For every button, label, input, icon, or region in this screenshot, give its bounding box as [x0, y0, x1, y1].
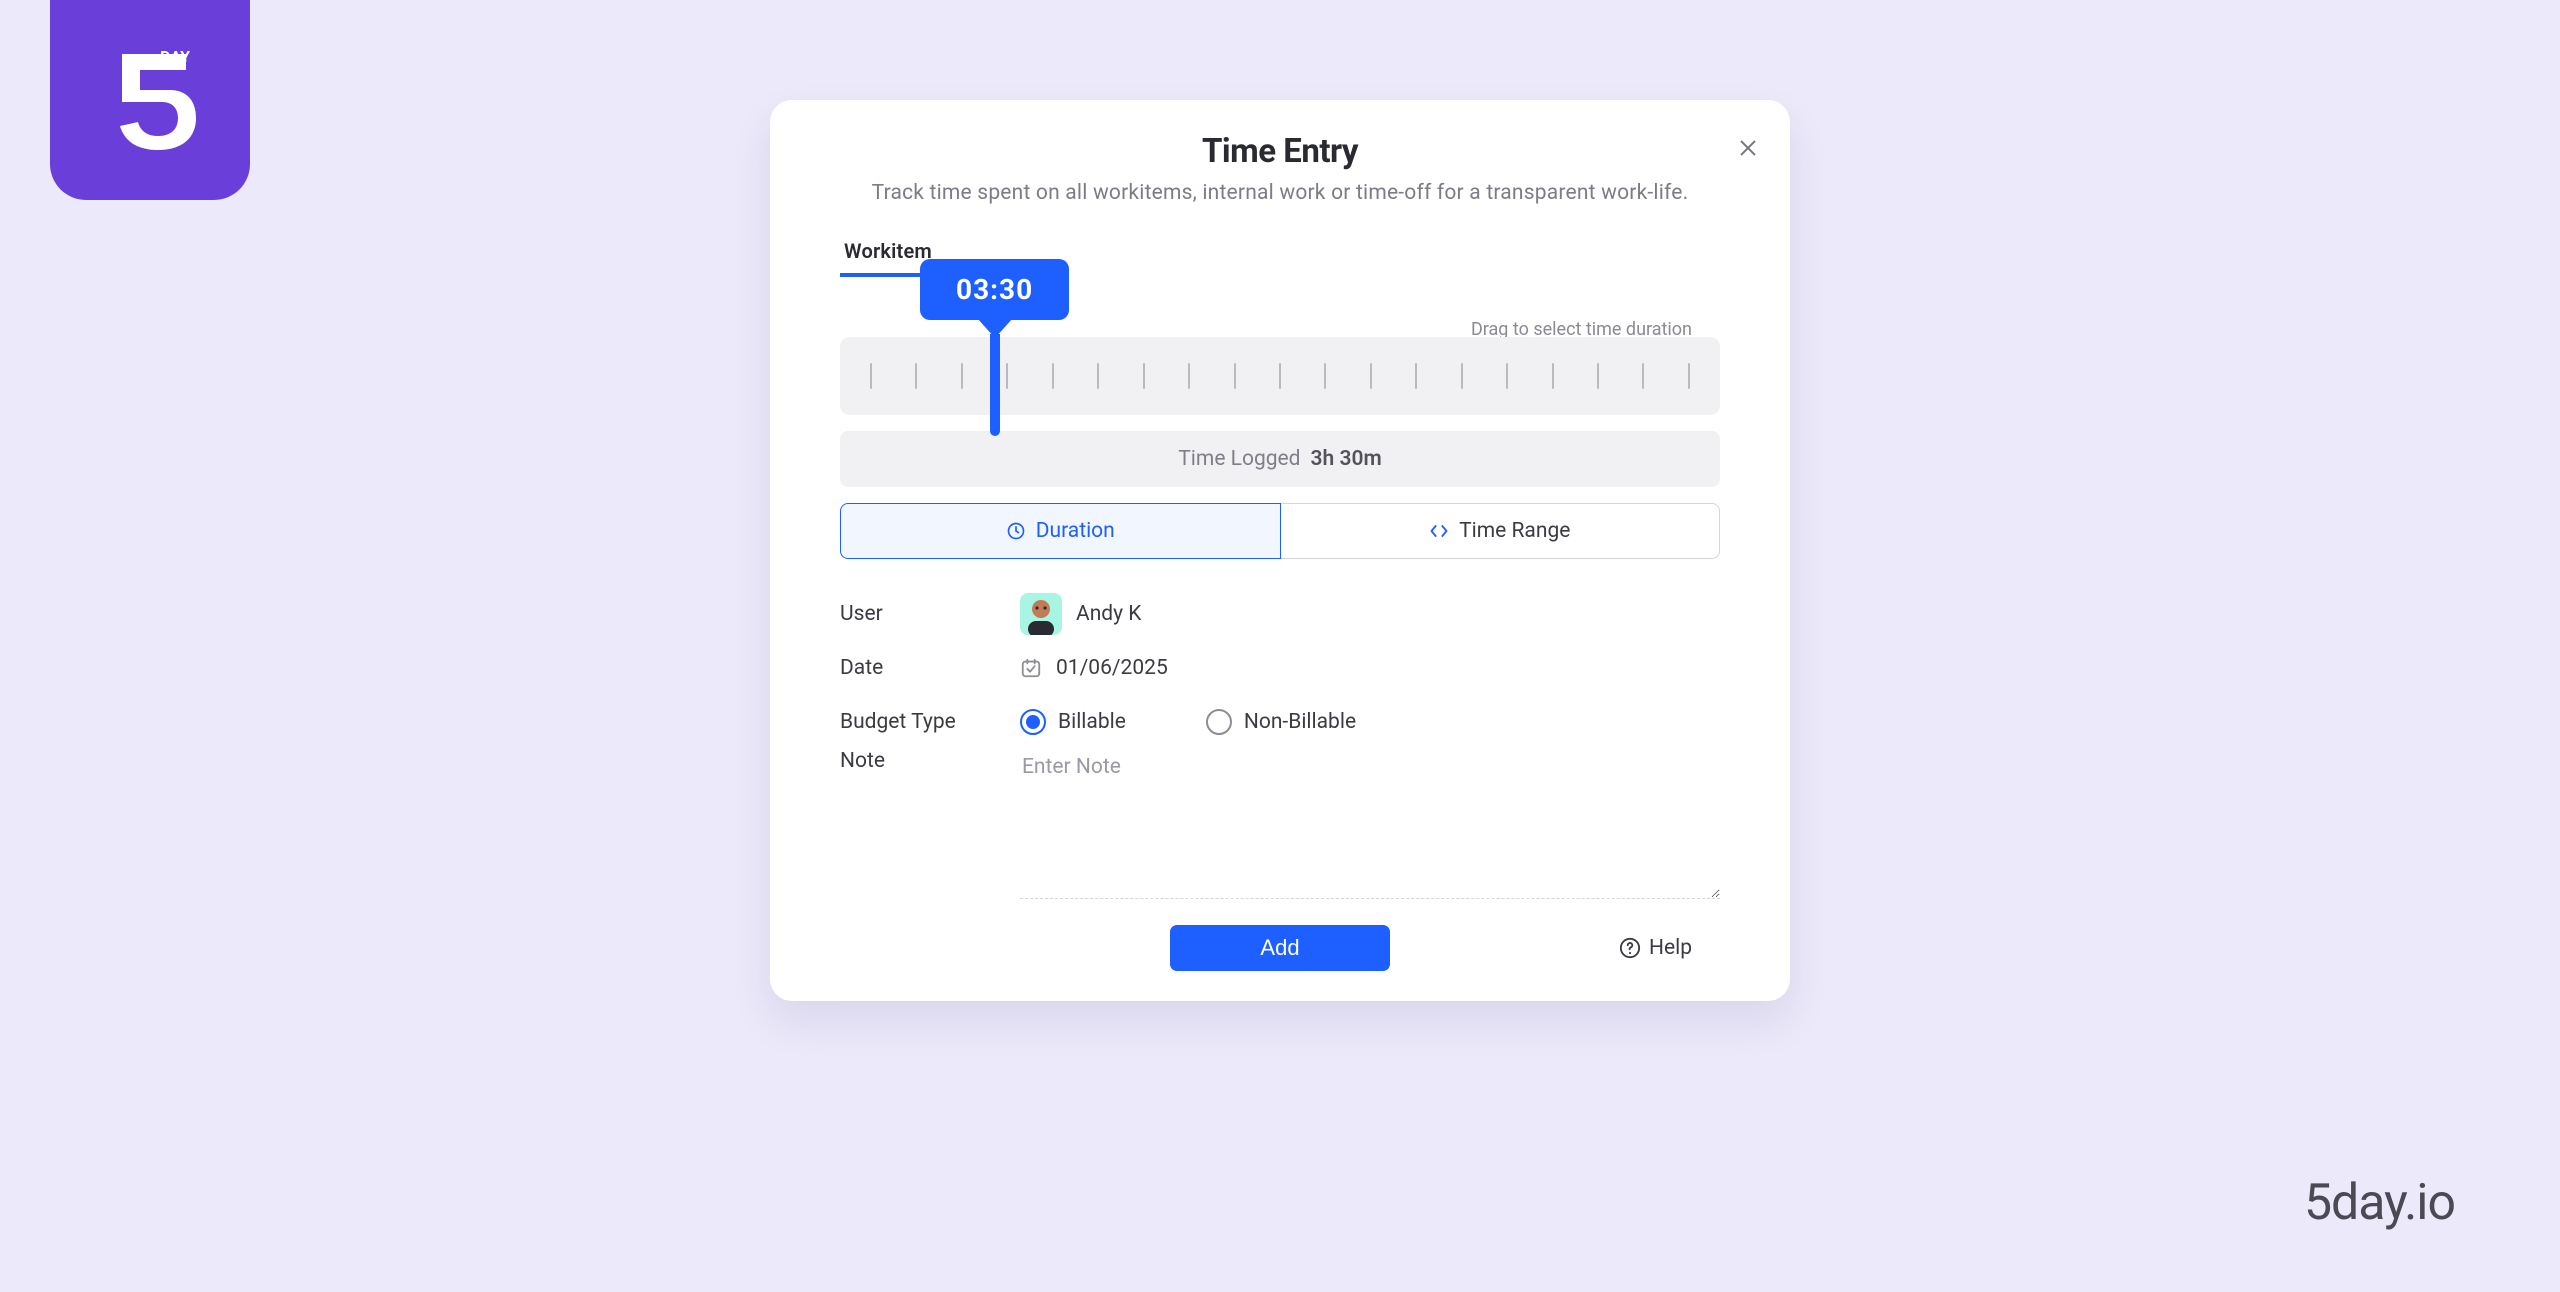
clock-icon	[1006, 521, 1026, 541]
radio-billable-label: Billable	[1058, 710, 1126, 734]
modal-subtitle: Track time spent on all workitems, inter…	[810, 181, 1750, 205]
date-row: Date 01/06/2025	[840, 641, 1720, 695]
time-logged-bar: Time Logged 3h 30m	[840, 431, 1720, 487]
budget-label: Budget Type	[840, 710, 1020, 734]
radio-dot-icon	[1206, 709, 1232, 735]
time-logged-label: Time Logged	[1178, 447, 1300, 471]
user-row: User Andy K	[840, 587, 1720, 641]
modal-title: Time Entry	[810, 132, 1750, 171]
modal-content: Workitem Drag to select time duration 03…	[770, 233, 1790, 971]
brand-logo-badge: DAY	[50, 0, 250, 200]
help-label: Help	[1649, 936, 1692, 960]
slider-value-badge: 03:30	[920, 259, 1069, 320]
user-avatar	[1020, 593, 1062, 635]
slider-handle[interactable]: 03:30	[920, 259, 1069, 436]
help-link[interactable]: Help	[1619, 936, 1692, 960]
help-icon	[1619, 937, 1641, 959]
note-row: Note	[840, 749, 1720, 899]
five-day-logo-icon: DAY	[90, 40, 210, 160]
close-icon	[1737, 137, 1759, 159]
note-input[interactable]	[1020, 749, 1720, 899]
time-logged-value: 3h 30m	[1311, 447, 1382, 471]
brand-footer-text: 5day.io	[2304, 1174, 2455, 1232]
user-value[interactable]: Andy K	[1020, 593, 1720, 635]
toggle-duration[interactable]: Duration	[840, 503, 1281, 559]
logo-day-text: DAY	[160, 47, 190, 66]
user-label: User	[840, 602, 1020, 626]
date-value[interactable]: 01/06/2025	[1020, 656, 1720, 680]
modal-footer: Add Help	[840, 925, 1720, 971]
range-icon	[1429, 521, 1449, 541]
radio-billable[interactable]: Billable	[1020, 709, 1126, 735]
budget-row: Budget Type Billable Non-Billable	[840, 695, 1720, 749]
calendar-check-icon	[1020, 657, 1042, 679]
radio-non-billable-label: Non-Billable	[1244, 710, 1356, 734]
date-label: Date	[840, 656, 1020, 680]
user-name: Andy K	[1076, 602, 1141, 626]
duration-slider[interactable]: 03:30	[840, 337, 1720, 415]
time-entry-form: User Andy K Date	[840, 587, 1720, 899]
time-entry-modal: Time Entry Track time spent on all worki…	[770, 100, 1790, 1001]
toggle-time-range-label: Time Range	[1459, 519, 1570, 543]
note-label: Note	[840, 749, 1020, 773]
mode-toggle: Duration Time Range	[840, 503, 1720, 559]
budget-options: Billable Non-Billable	[1020, 709, 1720, 735]
add-button[interactable]: Add	[1170, 925, 1390, 971]
radio-dot-icon	[1020, 709, 1046, 735]
date-text: 01/06/2025	[1056, 656, 1168, 680]
avatar-icon	[1020, 593, 1062, 635]
modal-header: Time Entry Track time spent on all worki…	[770, 132, 1790, 205]
toggle-duration-label: Duration	[1036, 519, 1115, 543]
radio-non-billable[interactable]: Non-Billable	[1206, 709, 1356, 735]
toggle-time-range[interactable]: Time Range	[1281, 503, 1721, 559]
close-button[interactable]	[1730, 130, 1766, 166]
